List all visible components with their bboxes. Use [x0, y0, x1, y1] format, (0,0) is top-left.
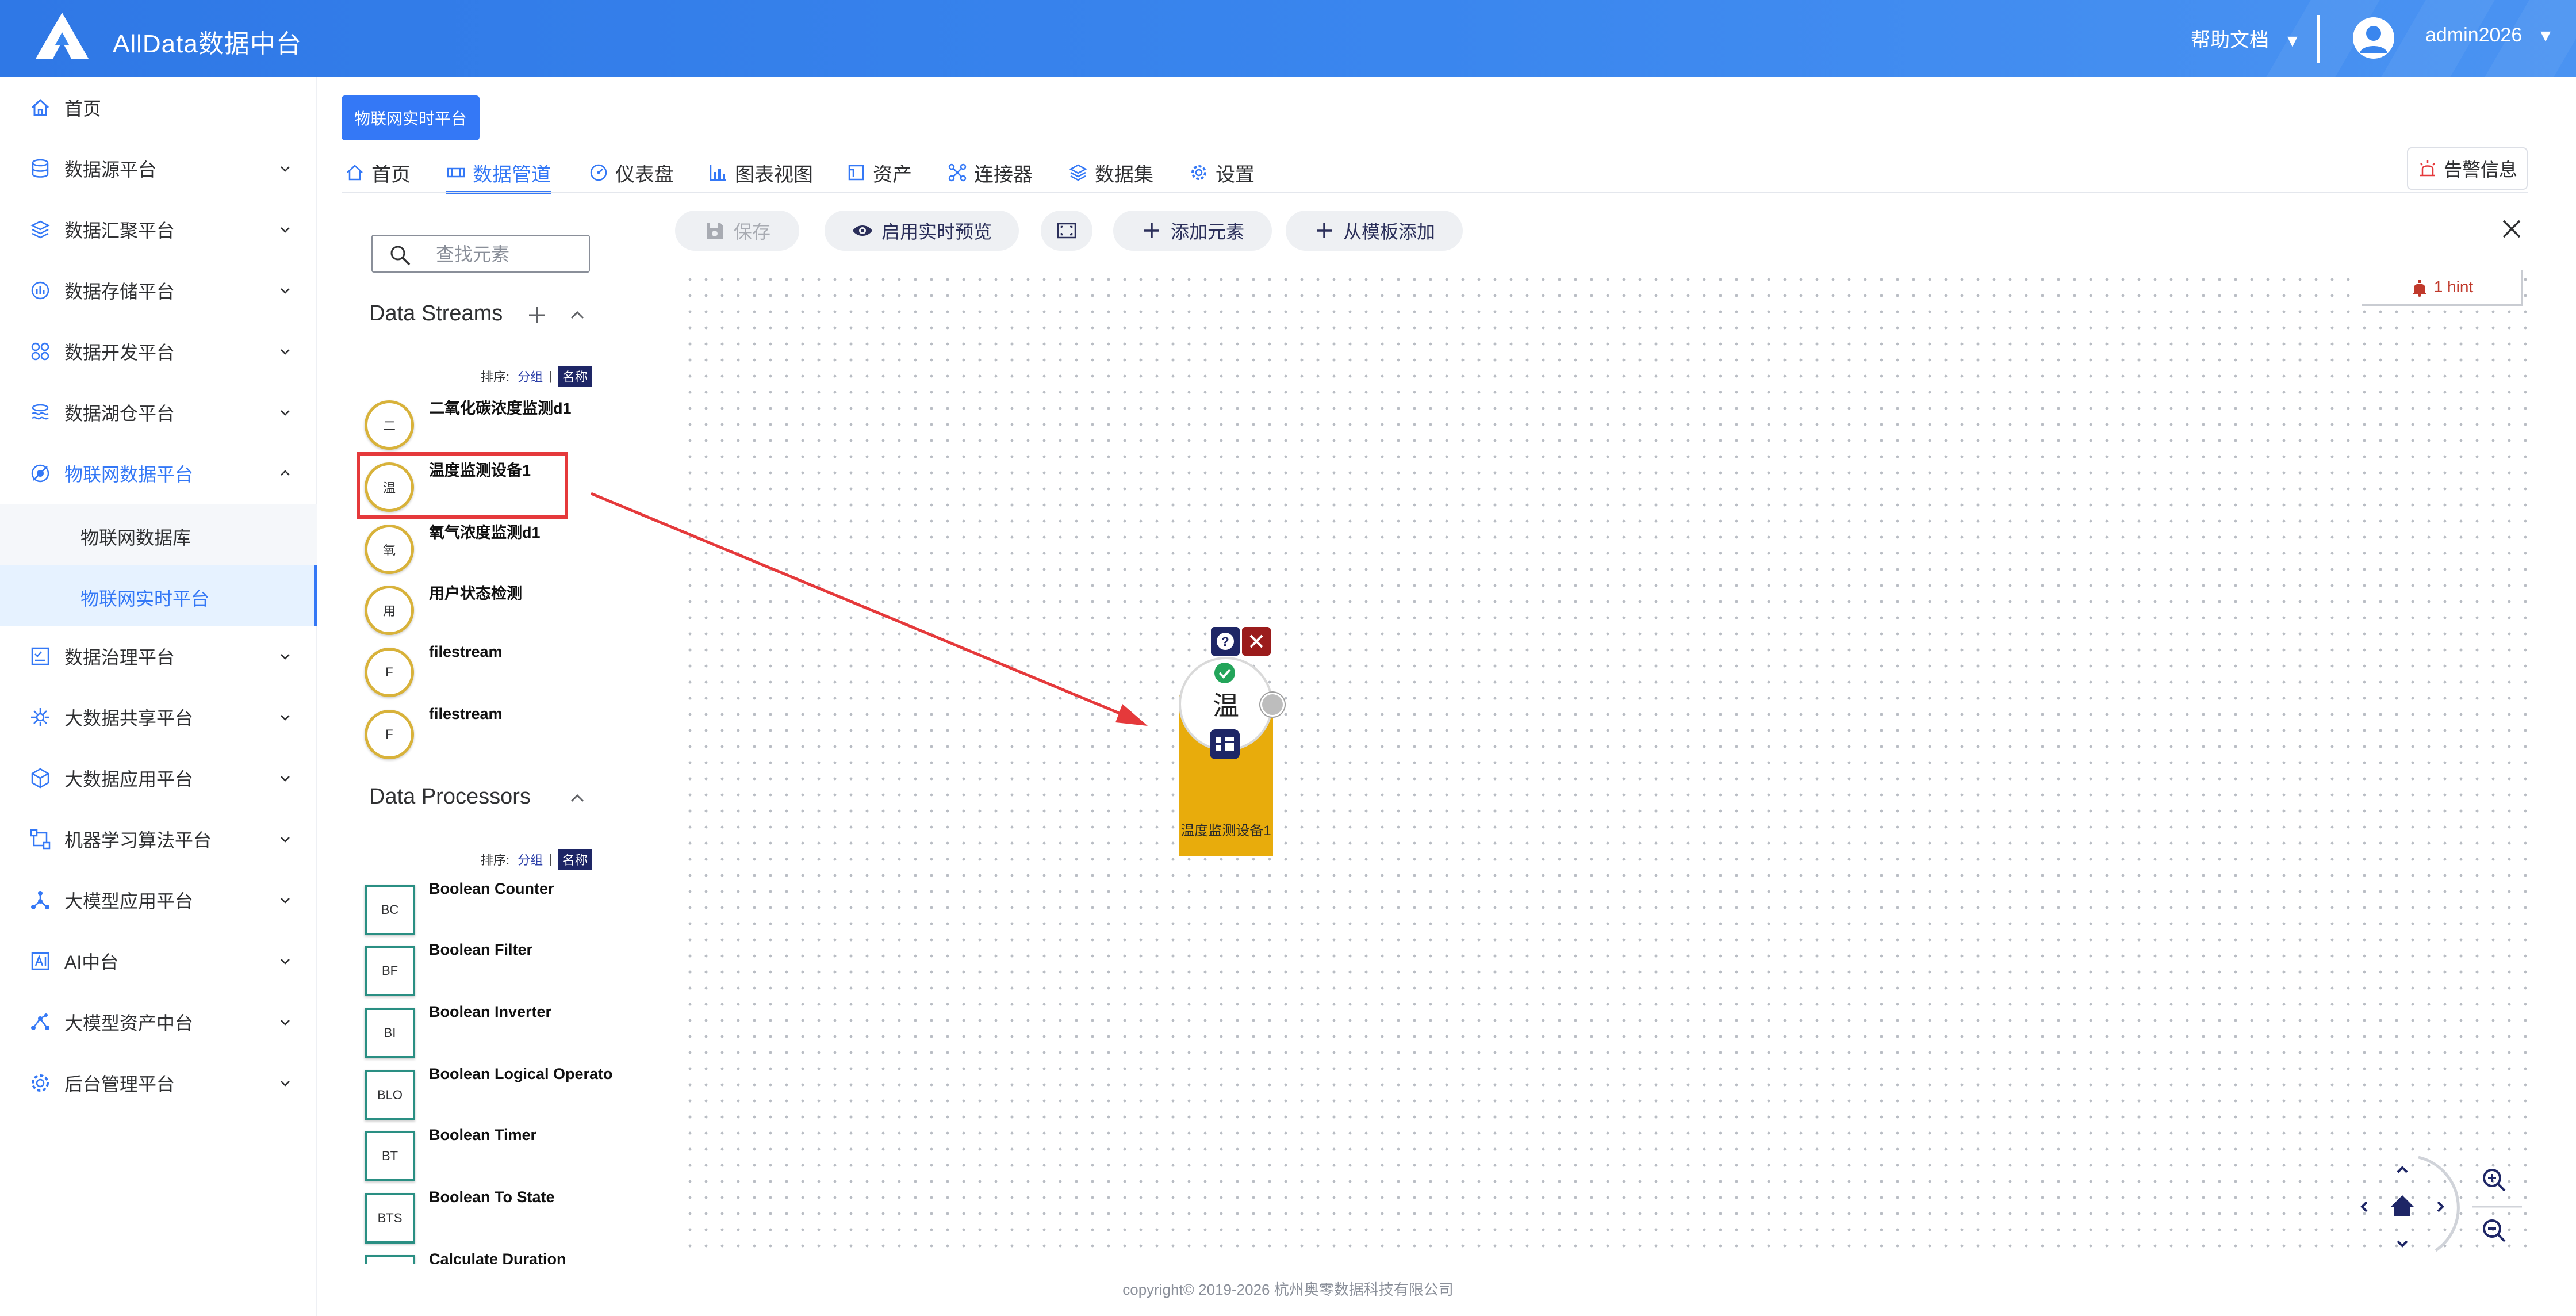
- pan-left-icon: [2360, 1201, 2368, 1212]
- home-icon: [2391, 1195, 2414, 1216]
- node-config-icon[interactable]: [1210, 729, 1240, 759]
- svg-text:?: ?: [1221, 634, 1229, 649]
- drag-arrow-overlay: [591, 492, 1148, 726]
- pan-down-icon: [2397, 1240, 2408, 1248]
- footer-copyright: copyright© 2019-2026 杭州奥零数据科技有限公司: [1122, 1281, 1454, 1298]
- node-abbr: 温: [1213, 691, 1239, 721]
- zoom-out-icon: [2483, 1219, 2506, 1242]
- check-circle-icon: [1214, 663, 1235, 683]
- drag-arrow-head: [1116, 704, 1148, 726]
- canvas-navigation-controls: [2360, 1156, 2522, 1252]
- node-name: 温度监测设备1: [1180, 823, 1271, 839]
- help-icon[interactable]: ?: [1211, 627, 1240, 656]
- drag-arrow-line: [591, 492, 1131, 720]
- pipeline-node[interactable]: 温度监测设备1 温 ?: [1176, 627, 1285, 856]
- pan-up-icon: [2397, 1166, 2408, 1173]
- node-output-port[interactable]: [1260, 693, 1285, 717]
- pan-right-icon: [2437, 1201, 2444, 1212]
- delete-icon[interactable]: [1242, 627, 1271, 656]
- zoom-in-icon: [2483, 1169, 2506, 1192]
